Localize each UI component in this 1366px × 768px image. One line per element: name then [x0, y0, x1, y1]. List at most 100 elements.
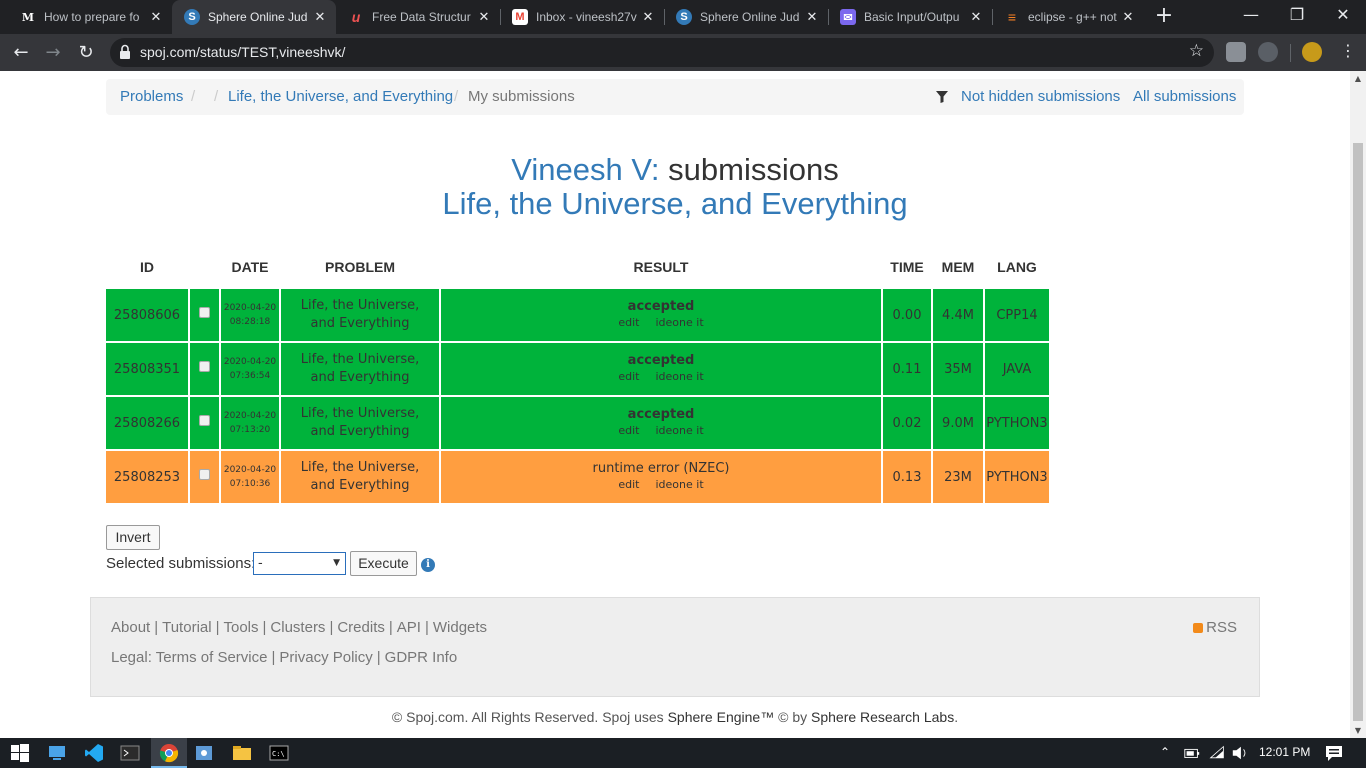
breadcrumb-problem-link[interactable]: Life, the Universe, and Everything [228, 88, 453, 105]
browser-tab[interactable]: M Inbox - vineesh27v ✕ [500, 0, 664, 34]
not-hidden-submissions-link[interactable]: Not hidden submissions [961, 88, 1120, 105]
page-scrollbar[interactable]: ▲ ▼ [1350, 71, 1366, 738]
problem-link[interactable]: Life, the Universe, and Everything [281, 289, 439, 341]
profile-avatar[interactable] [1302, 42, 1322, 62]
footer-link-tools[interactable]: Tools [223, 619, 258, 636]
browser-tab[interactable]: ✉ Basic Input/Outpu ✕ [828, 0, 992, 34]
row-checkbox[interactable] [199, 360, 210, 372]
task-view-icon[interactable] [47, 743, 67, 763]
browser-tab[interactable]: M How to prepare fo ✕ [8, 0, 172, 34]
close-tab-icon[interactable]: ✕ [968, 9, 984, 25]
scroll-down-icon[interactable]: ▼ [1350, 726, 1366, 735]
new-tab-button[interactable]: + [1152, 4, 1176, 30]
footer-link-clusters[interactable]: Clusters [270, 619, 325, 636]
footer-link-credits[interactable]: Credits [337, 619, 385, 636]
show-hidden-icons-icon[interactable]: ⌃ [1160, 745, 1170, 759]
forward-arrow-icon[interactable]: → [40, 40, 66, 66]
rss-label: RSS [1206, 619, 1237, 636]
chrome-icon[interactable] [159, 743, 179, 763]
row-checkbox[interactable] [199, 468, 210, 480]
close-tab-icon[interactable]: ✕ [1120, 9, 1136, 25]
breadcrumb: Problems / / Life, the Universe, and Eve… [106, 79, 1244, 115]
ideone-link[interactable]: ideone it [655, 316, 703, 329]
execute-button[interactable]: Execute [350, 551, 417, 576]
breadcrumb-problems-link[interactable]: Problems [120, 88, 183, 105]
ideone-link[interactable]: ideone it [655, 370, 703, 383]
submission-id[interactable]: 25808266 [106, 397, 188, 449]
battery-icon[interactable] [1183, 743, 1201, 763]
close-window-button[interactable]: ✕ [1320, 0, 1366, 34]
restore-window-button[interactable]: ❐ [1274, 0, 1320, 34]
bookmark-star-icon[interactable]: ☆ [1189, 41, 1204, 61]
back-arrow-icon[interactable]: ← [8, 40, 34, 66]
browser-tab[interactable]: S Sphere Online Jud ✕ [664, 0, 828, 34]
footer-link-widgets[interactable]: Widgets [433, 619, 487, 636]
footer-link-api[interactable]: API [397, 619, 421, 636]
footer-separator: | [424, 619, 429, 636]
privacy-policy-link[interactable]: Privacy Policy [279, 649, 372, 666]
submission-id[interactable]: 25808253 [106, 451, 188, 503]
vscode-icon[interactable] [84, 743, 104, 763]
footer-link-tutorial[interactable]: Tutorial [162, 619, 211, 636]
file-explorer-icon[interactable] [232, 743, 252, 763]
wifi-icon[interactable] [1209, 743, 1225, 763]
close-tab-icon[interactable]: ✕ [804, 9, 820, 25]
close-tab-icon[interactable]: ✕ [312, 9, 328, 25]
terminal-icon[interactable] [120, 743, 140, 763]
system-clock[interactable]: 12:01 PM [1259, 745, 1310, 759]
spoj-favicon-icon: S [184, 9, 200, 25]
terms-of-service-link[interactable]: Terms of Service [156, 649, 268, 666]
photos-app-icon[interactable] [194, 743, 214, 763]
language: JAVA [985, 343, 1049, 395]
row-checkbox[interactable] [199, 414, 210, 426]
windows-start-icon[interactable] [10, 743, 30, 763]
browser-tab-active[interactable]: S Sphere Online Jud ✕ [172, 0, 336, 34]
submission-date-cell: 2020-04-20 07:36:54 [221, 343, 279, 395]
memory-usage: 35M [933, 343, 983, 395]
close-tab-icon[interactable]: ✕ [476, 9, 492, 25]
browser-tab[interactable]: u Free Data Structur ✕ [336, 0, 500, 34]
browser-menu-icon[interactable]: ⋮ [1340, 41, 1356, 60]
edit-link[interactable]: edit [618, 424, 639, 437]
ideone-link[interactable]: ideone it [655, 424, 703, 437]
ideone-link[interactable]: ideone it [655, 478, 703, 491]
action-center-icon[interactable] [1324, 743, 1344, 763]
problem-link[interactable]: Life, the Universe, and Everything [281, 397, 439, 449]
edit-link[interactable]: edit [618, 370, 639, 383]
gdpr-info-link[interactable]: GDPR Info [385, 649, 458, 666]
minimize-window-button[interactable]: — [1228, 0, 1274, 34]
problem-link[interactable]: Life, the Universe, and Everything [281, 451, 439, 503]
scrollbar-thumb[interactable] [1353, 143, 1363, 721]
sphere-engine-link[interactable]: Sphere Engine™ [668, 709, 775, 725]
rss-link[interactable]: RSS [1193, 619, 1237, 636]
address-bar[interactable]: spoj.com/status/TEST,vineeshvk/ ☆ [110, 38, 1214, 67]
user-link[interactable]: Vineesh V: [511, 152, 659, 187]
close-tab-icon[interactable]: ✕ [148, 9, 164, 25]
browser-tab[interactable]: ≡ eclipse - g++ not ✕ [992, 0, 1144, 34]
submission-id[interactable]: 25808606 [106, 289, 188, 341]
incognito-extension-icon[interactable] [1258, 42, 1278, 62]
footer-link-about[interactable]: About [111, 619, 150, 636]
all-submissions-link[interactable]: All submissions [1133, 88, 1236, 105]
edit-link[interactable]: edit [618, 316, 639, 329]
command-prompt-icon[interactable]: C:\ [269, 743, 289, 763]
edit-link[interactable]: edit [618, 478, 639, 491]
problem-title-link[interactable]: Life, the Universe, and Everything [442, 186, 907, 221]
submission-id[interactable]: 25808351 [106, 343, 188, 395]
invert-button[interactable]: Invert [106, 525, 160, 550]
result-status: runtime error (NZEC) [592, 461, 730, 476]
close-tab-icon[interactable]: ✕ [640, 9, 656, 25]
row-checkbox[interactable] [199, 306, 210, 318]
reload-icon[interactable]: ↻ [73, 40, 99, 66]
problem-name-line: Life, the Universe, [300, 406, 420, 421]
scroll-up-icon[interactable]: ▲ [1350, 74, 1366, 83]
volume-icon[interactable] [1231, 743, 1249, 763]
row-select-cell [190, 451, 219, 503]
info-icon[interactable]: i [421, 558, 435, 572]
copyright-text: . [954, 709, 959, 725]
column-header-id: ID [140, 259, 154, 275]
extension-icon[interactable] [1226, 42, 1246, 62]
bulk-action-select[interactable]: - ▼ [253, 552, 346, 575]
problem-link[interactable]: Life, the Universe, and Everything [281, 343, 439, 395]
sphere-research-labs-link[interactable]: Sphere Research Labs [811, 709, 954, 725]
